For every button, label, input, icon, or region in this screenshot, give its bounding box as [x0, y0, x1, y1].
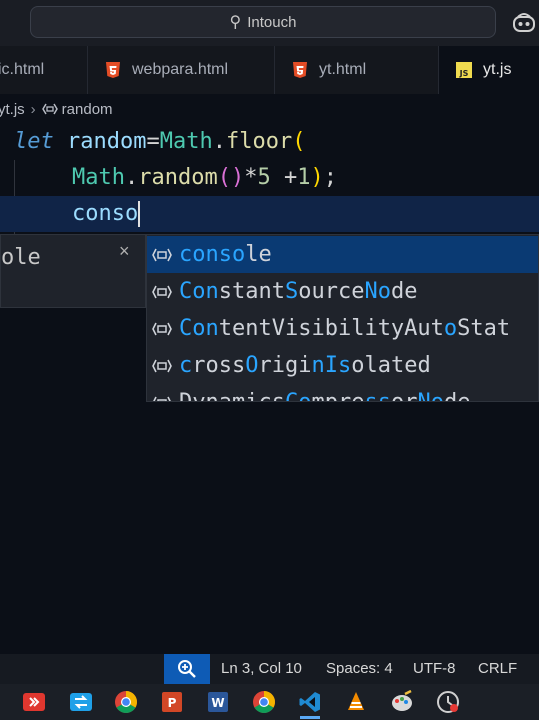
chrome-icon[interactable]	[252, 690, 276, 714]
variable-icon	[152, 359, 172, 372]
indentation-setting[interactable]: Spaces: 4	[326, 654, 393, 684]
code-line-1[interactable]: let random=Math.floor(	[0, 124, 539, 160]
tab-label: yt.html	[319, 61, 367, 78]
vlc-icon[interactable]	[344, 690, 368, 714]
svg-text:P: P	[168, 696, 177, 710]
tab-yt-js[interactable]: JS yt.js	[439, 46, 539, 94]
tab-ic-html[interactable]: ic.html	[0, 46, 88, 94]
tab-label: webpara.html	[132, 61, 229, 78]
variable-icon	[152, 248, 172, 261]
powerpoint-icon[interactable]: P	[160, 690, 184, 714]
copilot-icon[interactable]	[512, 11, 536, 33]
tab-label: ic.html	[0, 61, 45, 78]
tab-yt-html[interactable]: yt.html	[275, 46, 439, 94]
encoding-setting[interactable]: UTF-8	[413, 654, 456, 684]
cursor-position[interactable]: Ln 3, Col 10	[221, 654, 302, 684]
chevron-right-icon: ›	[30, 100, 36, 118]
file-transfer-icon[interactable]	[69, 690, 93, 714]
recording-icon[interactable]	[436, 690, 460, 714]
suggestion-details-panel: ole ×	[0, 234, 146, 308]
close-icon[interactable]: ×	[119, 241, 130, 262]
html5-icon	[106, 62, 120, 78]
suggestion-item[interactable]: Con stant Source No de	[147, 273, 538, 310]
suggestion-item[interactable]: c ross Origi n Is olated	[147, 347, 538, 384]
suggestion-item[interactable]: conso le	[147, 236, 538, 273]
status-bar: Ln 3, Col 10 Spaces: 4 UTF-8 CRLF	[0, 654, 539, 684]
chrome-icon[interactable]	[114, 690, 138, 714]
breadcrumb-file[interactable]: yt.js	[0, 101, 25, 118]
suggestion-item[interactable]: Con tentVisibilityAut o Stat	[147, 310, 538, 347]
editor-tabs: ic.html webpara.html yt.html JS yt.js	[0, 46, 539, 94]
autocomplete-list: conso le Con stant Source No de Con tentVisibi…	[146, 234, 539, 402]
word-icon[interactable]: W	[206, 690, 230, 714]
tab-webpara-html[interactable]: webpara.html	[88, 46, 275, 94]
eol-setting[interactable]: CRLF	[478, 654, 517, 684]
tab-label: yt.js	[483, 61, 512, 78]
svg-text:JS: JS	[459, 69, 469, 78]
variable-icon	[152, 322, 172, 335]
paint-icon[interactable]	[390, 690, 414, 714]
taskbar: P W	[0, 684, 539, 720]
javascript-icon: JS	[456, 62, 472, 78]
code-line-3[interactable]: conso	[0, 196, 539, 232]
search-label: Intouch	[247, 13, 297, 31]
zoom-in-icon	[178, 660, 196, 678]
variable-icon	[41, 103, 58, 115]
vscode-icon[interactable]	[298, 690, 322, 714]
title-bar: ⚲ Intouch	[0, 0, 539, 46]
html5-icon	[293, 62, 307, 78]
code-line-2[interactable]: Math.random()*5 +1);	[0, 160, 539, 196]
anydesk-icon[interactable]	[22, 690, 46, 714]
active-app-indicator	[300, 716, 320, 719]
details-text: ole	[1, 245, 41, 270]
variable-icon	[152, 285, 172, 298]
svg-text:W: W	[211, 696, 224, 710]
search-icon: ⚲	[229, 14, 242, 31]
text-cursor	[138, 201, 141, 227]
breadcrumb-symbol[interactable]: random	[62, 101, 113, 118]
suggestion-item[interactable]: DynamicsCompressorNode	[147, 384, 538, 401]
zoom-indicator[interactable]	[164, 654, 210, 684]
command-center-search[interactable]: ⚲ Intouch	[30, 6, 496, 38]
variable-icon	[152, 396, 172, 401]
breadcrumb: yt.js › random	[0, 94, 539, 124]
